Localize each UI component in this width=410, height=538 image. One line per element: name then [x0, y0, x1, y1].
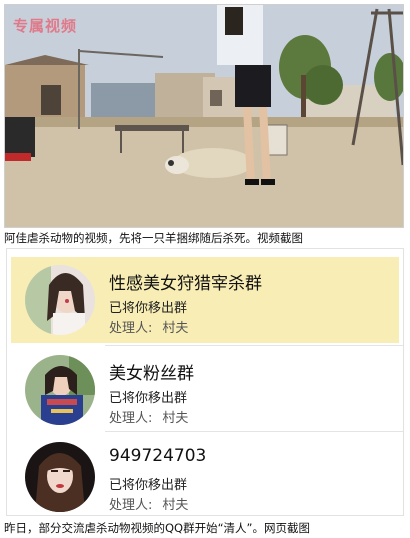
caption-top: 阿佳虐杀动物的视频，先将一只羊捆绑随后杀死。视频截图 — [4, 231, 303, 245]
handler-name: 村夫 — [162, 498, 189, 513]
avatar-image — [25, 265, 95, 335]
handler-label: 处理人: — [109, 498, 153, 513]
group-status: 已将你移出群 — [109, 391, 188, 406]
group-handler: 处理人: 村夫 — [109, 407, 188, 426]
avatar-image — [25, 355, 95, 425]
row-divider — [105, 345, 403, 346]
handler-name: 村夫 — [162, 411, 189, 426]
handler-name: 村夫 — [162, 321, 189, 336]
group-row-1[interactable]: 性感美女狩猎宰杀群 已将你移出群 处理人: 村夫 — [11, 257, 399, 343]
group-name: 949724703 — [109, 446, 207, 466]
group-avatar — [25, 355, 95, 425]
group-avatar — [25, 442, 95, 512]
group-name: 美女粉丝群 — [109, 364, 194, 384]
group-name: 性感美女狩猎宰杀群 — [109, 274, 262, 294]
group-list-panel: 性感美女狩猎宰杀群 已将你移出群 处理人: 村夫 美女粉丝群 已将你移出群 处理人… — [6, 248, 404, 516]
handler-label: 处理人: — [109, 321, 153, 336]
video-watermark: 专属视频 — [13, 17, 78, 35]
group-avatar — [25, 265, 95, 335]
group-row-3[interactable]: 949724703 已将你移出群 处理人: 村夫 — [11, 434, 399, 520]
video-scene-image — [5, 5, 403, 227]
row-divider — [105, 431, 403, 432]
group-handler: 处理人: 村夫 — [109, 494, 188, 513]
group-handler: 处理人: 村夫 — [109, 317, 188, 336]
video-screenshot: 专属视频 — [4, 4, 404, 228]
group-status: 已将你移出群 — [109, 478, 188, 493]
handler-label: 处理人: — [109, 411, 153, 426]
avatar-image — [25, 442, 95, 512]
group-status: 已将你移出群 — [109, 301, 188, 316]
group-row-2[interactable]: 美女粉丝群 已将你移出群 处理人: 村夫 — [11, 347, 399, 433]
caption-bottom: 昨日，部分交流虐杀动物视频的QQ群开始“清人”。网页截图 — [4, 521, 311, 535]
